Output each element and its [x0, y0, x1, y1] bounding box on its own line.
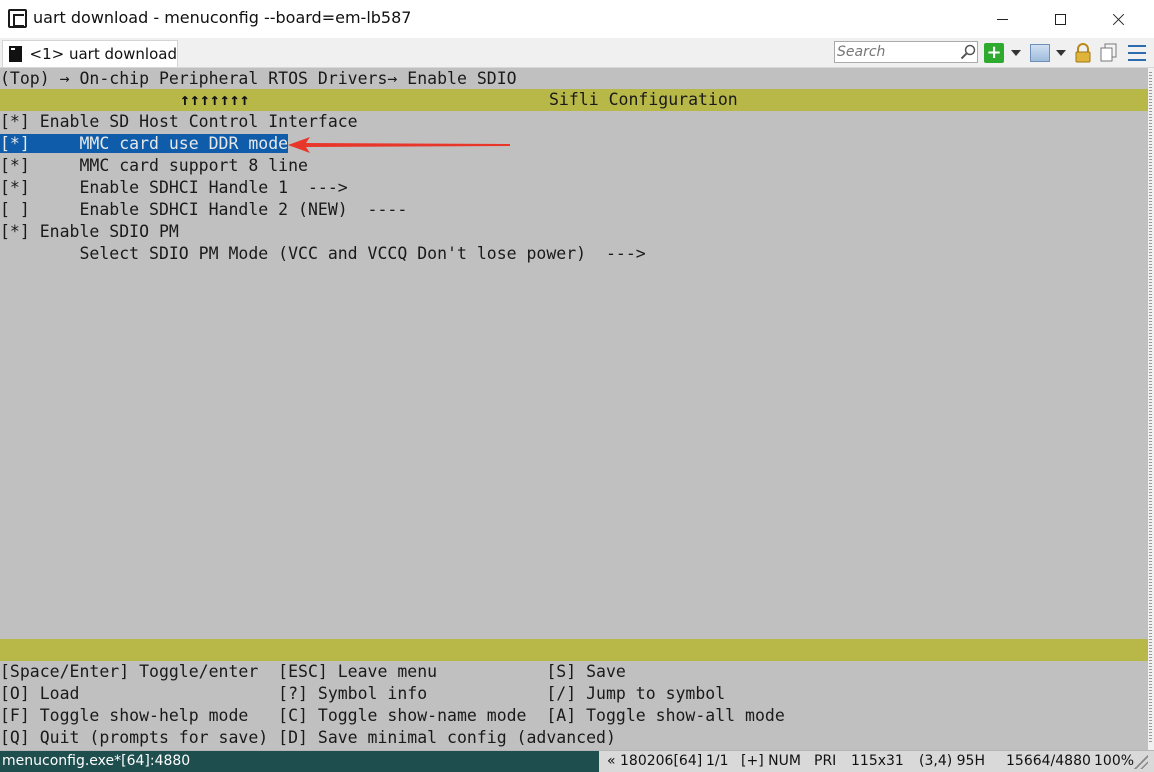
scroll-up-indicator: ↑↑↑↑↑↑↑ [180, 90, 250, 109]
status-pid: 15664/4880 [1006, 753, 1091, 769]
help-line: [O] Load [?] Symbol info [/] Jump to sym… [0, 684, 726, 703]
menu-item-sdhci-handle-1[interactable]: [*] Enable SDHCI Handle 1 ---> [0, 177, 348, 199]
menu-item-mmc-8-line[interactable]: [*] MMC card support 8 line [0, 155, 308, 177]
tab-label: <1> uart download [29, 45, 178, 63]
new-console-plus-icon[interactable]: + [984, 43, 1004, 63]
config-title: Sifli Configuration [549, 90, 738, 109]
panel-view-dropdown-icon[interactable] [1056, 50, 1066, 56]
search-icon[interactable] [960, 44, 976, 60]
status-numlock: [+] NUM [741, 753, 801, 769]
menu-item-mmc-ddr-mode[interactable]: [*] MMC card use DDR mode [0, 133, 289, 155]
menu-item-text: [*] MMC card use DDR mode [0, 134, 289, 153]
menu-item-text: Select SDIO PM Mode (VCC and VCCQ Don't … [0, 244, 646, 263]
menu-item-text: [*] MMC card support 8 line [0, 156, 308, 175]
help-line: [F] Toggle show-help mode [C] Toggle sho… [0, 706, 785, 725]
menu-item-text: [*] Enable SDHCI Handle 1 ---> [0, 178, 348, 197]
tab-bar: <1> uart download [0, 38, 1154, 68]
copy-icon[interactable] [1100, 43, 1118, 63]
console-icon [9, 46, 22, 62]
terminal[interactable]: (Top) → On-chip Peripheral RTOS Drivers→… [0, 68, 1148, 750]
search-box [834, 41, 978, 63]
menu-item-text: [ ] Enable SDHCI Handle 2 (NEW) ---- [0, 200, 408, 219]
status-process-text: menuconfig.exe*[64]:4880 [2, 753, 191, 769]
tab-uart-download[interactable]: <1> uart download [2, 40, 178, 67]
window-title: uart download - menuconfig --board=em-lb… [33, 8, 412, 27]
help-separator-bar [0, 639, 1148, 661]
status-priority: PRI [814, 753, 837, 769]
maximize-button[interactable] [1037, 0, 1083, 38]
new-console-dropdown-icon[interactable] [1011, 50, 1021, 56]
help-line: [Space/Enter] Toggle/enter [ESC] Leave m… [0, 662, 626, 681]
status-zoom: 100% [1094, 753, 1135, 769]
hamburger-menu-icon[interactable] [1128, 45, 1146, 61]
menu-item-text: [*] Enable SDIO PM [0, 222, 179, 241]
menu-item-enable-sd-host[interactable]: [*] Enable SD Host Control Interface [0, 111, 358, 133]
menu-item-text: [*] Enable SD Host Control Interface [0, 112, 358, 131]
resize-grip-icon[interactable] [1134, 755, 1148, 769]
maximize-icon [1054, 13, 1066, 25]
menu-item-enable-sdio-pm[interactable]: [*] Enable SDIO PM [0, 221, 179, 243]
status-console-size: 115x31 [851, 753, 904, 769]
annotation-arrow-icon [288, 137, 510, 153]
status-bar: menuconfig.exe*[64]:4880 « 180206[64] 1/… [0, 750, 1154, 772]
lock-icon[interactable] [1074, 43, 1092, 63]
scrollbar-track [1149, 72, 1152, 742]
app-icon [8, 9, 27, 28]
menu-item-sdhci-handle-2[interactable]: [ ] Enable SDHCI Handle 2 (NEW) ---- [0, 199, 407, 221]
close-button[interactable] [1095, 0, 1141, 38]
status-position: « 180206[64] [607, 753, 703, 769]
minimize-button[interactable] [979, 0, 1025, 38]
minimize-icon [996, 18, 1008, 20]
help-line: [Q] Quit (prompts for save) [D] Save min… [0, 728, 616, 747]
status-process: menuconfig.exe*[64]:4880 [0, 751, 599, 772]
config-title-bar: ↑↑↑↑↑↑↑ Sifli Configuration [0, 89, 1148, 111]
breadcrumb: (Top) → On-chip Peripheral RTOS Drivers→… [0, 69, 517, 88]
status-fraction: 1/1 [706, 753, 729, 769]
menu-item-sdio-pm-mode[interactable]: Select SDIO PM Mode (VCC and VCCQ Don't … [0, 243, 646, 265]
status-cursor: (3,4) 95H [919, 753, 985, 769]
title-bar: uart download - menuconfig --board=em-lb… [0, 0, 1154, 38]
search-input[interactable] [837, 43, 957, 61]
panel-view-icon[interactable] [1030, 44, 1050, 62]
close-icon [1112, 13, 1125, 26]
